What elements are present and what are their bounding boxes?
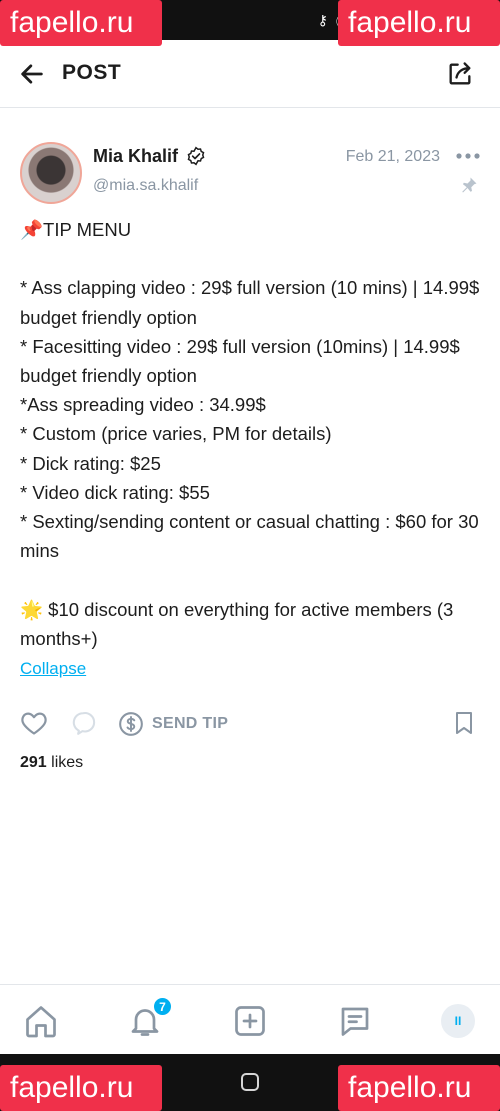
key-icon: ⚷ [317,12,328,28]
watermark: fapello.ru [338,1065,500,1111]
post-line: 🌟 $10 discount on everything for active … [20,598,454,649]
likes-count[interactable]: 291 likes [20,754,83,772]
page-title: POST [62,61,122,84]
back-arrow-icon[interactable] [18,60,46,88]
more-options-icon[interactable] [456,146,480,166]
likes-number: 291 [20,754,47,771]
bottom-nav: 7 II [0,984,500,1054]
bookmark-icon[interactable] [452,710,476,736]
avatar[interactable] [20,142,82,204]
collapse-link[interactable]: Collapse [20,659,86,679]
post-actions: SEND TIP [20,706,480,740]
dollar-icon [119,712,143,736]
post-line: * Sexting/sending content or casual chat… [20,511,479,562]
likes-label: likes [51,754,84,771]
author-name[interactable]: Mia Khalif [93,146,178,167]
notification-badge: 7 [152,996,173,1017]
watermark: fapello.ru [338,0,500,46]
send-tip-label: SEND TIP [152,715,229,732]
post-line: * Facesitting video : 29$ full version (… [20,335,460,386]
add-post-icon[interactable] [232,1003,268,1039]
post-line: *Ass spreading video : 34.99$ [20,394,266,416]
post-header: Mia Khalif @mia.sa.khalif Feb 21, 2023 [20,140,482,206]
send-tip-button[interactable]: SEND TIP [118,710,228,738]
home-icon[interactable] [23,1003,59,1039]
pin-icon [462,177,477,193]
share-icon[interactable] [446,60,474,88]
comment-icon[interactable] [70,710,96,736]
verified-icon [187,146,205,166]
watermark: fapello.ru [0,1065,162,1111]
heart-icon[interactable] [20,710,48,736]
post-line: * Video dick rating: $55 [20,481,210,503]
messages-icon[interactable] [337,1003,373,1039]
author-handle[interactable]: @mia.sa.khalif [93,177,198,195]
watermark: fapello.ru [0,0,162,46]
profile-avatar[interactable]: II [441,1004,475,1038]
system-home-button[interactable] [241,1073,259,1091]
app-header: POST [0,40,500,108]
post-line: * Custom (price varies, PM for details) [20,423,332,445]
post-text: 📌TIP MENU * Ass clapping video : 29$ ful… [20,215,485,653]
post-date: Feb 21, 2023 [345,148,440,165]
post-line: * Ass clapping video : 29$ full version … [20,277,480,328]
post-line: * Dick rating: $25 [20,452,161,474]
post-line: 📌TIP MENU [20,219,132,240]
